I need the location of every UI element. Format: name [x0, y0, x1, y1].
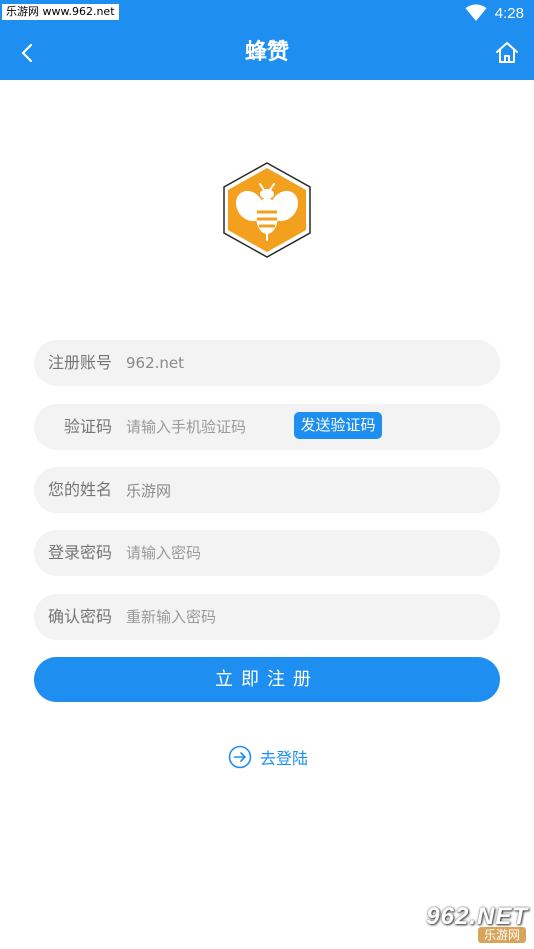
- name-label: 您的姓名: [48, 480, 113, 499]
- account-label: 注册账号: [48, 353, 113, 372]
- go-login-label: 去登陆: [260, 749, 309, 768]
- password-label: 登录密码: [48, 543, 113, 562]
- go-login-link[interactable]: 去登陆: [228, 744, 308, 770]
- watermark-tag: 乐游网 www.962.net: [2, 4, 119, 20]
- arrow-right-circle-icon: [228, 745, 252, 769]
- name-input[interactable]: [126, 475, 486, 505]
- account-input[interactable]: [126, 348, 486, 378]
- confirm-password-field: 确认密码: [34, 594, 500, 640]
- password-input[interactable]: [126, 538, 486, 568]
- bee-hexagon-logo: [223, 162, 311, 258]
- header: 乐游网 www.962.net 4:28 蜂赞: [0, 0, 534, 80]
- confirm-password-input[interactable]: [126, 602, 486, 632]
- code-label: 验证码: [63, 417, 112, 436]
- status-bar: 乐游网 www.962.net 4:28: [0, 0, 534, 26]
- page-title: 蜂赞: [244, 40, 289, 65]
- status-time: 4:28: [494, 4, 524, 22]
- status-right: 4:28: [465, 3, 524, 23]
- send-code-button[interactable]: 发送验证码: [294, 412, 382, 439]
- code-field: 验证码 发送验证码: [34, 404, 500, 450]
- confirm-password-label: 确认密码: [48, 607, 113, 626]
- name-field: 您的姓名: [34, 467, 500, 513]
- watermark: 962.NET 乐游网: [400, 903, 528, 943]
- code-input[interactable]: [126, 412, 286, 442]
- register-button[interactable]: 立即注册: [34, 657, 500, 702]
- app-bar: 蜂赞: [0, 26, 534, 80]
- home-icon[interactable]: [494, 40, 520, 66]
- wifi-icon: [465, 4, 487, 21]
- watermark-sub: 乐游网: [477, 927, 526, 943]
- password-field: 登录密码: [34, 530, 500, 576]
- account-field: 注册账号: [34, 340, 500, 386]
- watermark-logo: 962.NET: [426, 903, 528, 930]
- chevron-left-icon[interactable]: [14, 39, 42, 67]
